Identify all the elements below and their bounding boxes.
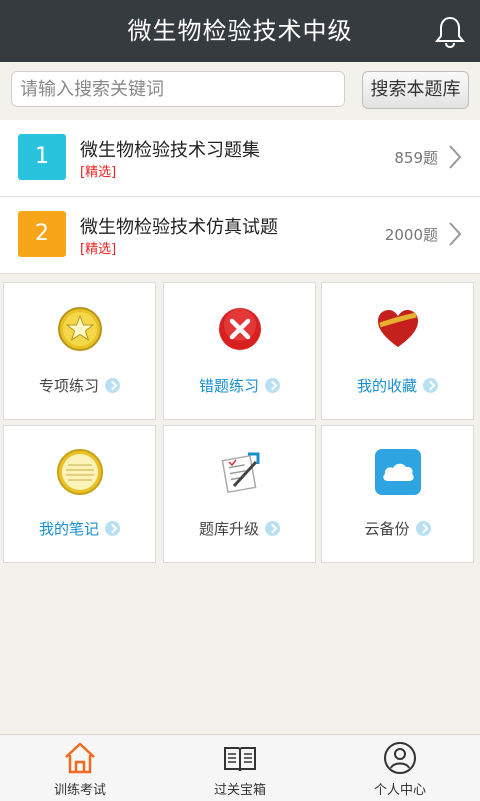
tile-label-text: 我的笔记 — [38, 520, 99, 538]
tile-label-text: 题库升级 — [198, 520, 259, 538]
notepad-icon — [56, 449, 103, 495]
set-number-badge: 2 — [18, 211, 66, 257]
tile-cloud-backup[interactable]: 云备份 — [321, 425, 474, 563]
chevron-right-icon — [449, 222, 462, 246]
nav-tab-profile[interactable]: 个人中心 — [320, 735, 480, 801]
tile-wrong-practice[interactable]: 错题练习 — [163, 282, 316, 420]
nav-tab-label: 个人中心 — [373, 783, 426, 798]
search-button[interactable]: 搜索本题库 — [362, 71, 469, 109]
tile-notes[interactable]: 我的笔记 — [3, 425, 156, 563]
set-tag: [精选] — [80, 165, 117, 180]
question-set-item-2[interactable]: 2 微生物检验技术仿真试题 [精选] 2000题 — [0, 197, 480, 274]
set-count: 2000题 — [384, 226, 438, 244]
chevron-circle-icon — [105, 378, 120, 393]
question-set-item-1[interactable]: 1 微生物检验技术习题集 [精选] 859题 — [0, 120, 480, 197]
chevron-circle-icon — [265, 521, 280, 536]
set-name: 微生物检验技术仿真试题 — [80, 217, 278, 238]
tile-label: 我的收藏 — [322, 375, 473, 396]
chevron-right-icon — [449, 145, 462, 169]
chevron-circle-icon — [105, 521, 120, 536]
nav-tab-label: 训练考试 — [53, 783, 106, 798]
user-icon — [384, 742, 416, 774]
tile-label-text: 我的收藏 — [356, 377, 417, 395]
red-x-icon — [218, 308, 261, 350]
bell-icon[interactable] — [434, 15, 466, 49]
set-tag: [精选] — [80, 242, 117, 257]
title-bar: 微生物检验技术中级 — [0, 0, 480, 62]
book-icon — [224, 747, 256, 772]
nav-tab-training[interactable]: 训练考试 — [0, 735, 160, 801]
tile-label-text: 专项练习 — [38, 377, 99, 395]
heart-icon — [377, 310, 418, 347]
tile-special-practice[interactable]: 专项练习 — [3, 282, 156, 420]
bottom-nav: 训练考试 过关宝箱 个人中心 — [0, 734, 480, 801]
tile-label: 专项练习 — [4, 375, 155, 396]
document-edit-icon — [221, 452, 259, 494]
set-count: 859题 — [394, 149, 438, 167]
home-icon — [65, 742, 95, 774]
tile-label: 错题练习 — [164, 375, 315, 396]
search-input[interactable] — [11, 71, 345, 107]
cloud-icon — [374, 449, 421, 495]
tile-label: 题库升级 — [164, 518, 315, 539]
set-number-badge: 1 — [18, 134, 66, 180]
nav-tab-label: 过关宝箱 — [213, 783, 266, 798]
tile-favorites[interactable]: 我的收藏 — [321, 282, 474, 420]
chevron-circle-icon — [415, 521, 431, 536]
page-title: 微生物检验技术中级 — [127, 17, 353, 45]
chevron-circle-icon — [423, 378, 438, 393]
set-name: 微生物检验技术习题集 — [80, 140, 260, 161]
tile-label: 云备份 — [322, 518, 473, 539]
tile-label: 我的笔记 — [4, 518, 155, 539]
search-bar: 搜索本题库 — [0, 62, 480, 120]
tile-label-text: 错题练习 — [198, 377, 259, 395]
question-set-list: 1 微生物检验技术习题集 [精选] 859题 2 微生物检验技术仿真试题 [精选… — [0, 120, 480, 274]
chevron-circle-icon — [265, 378, 280, 393]
tile-upgrade[interactable]: 题库升级 — [163, 425, 316, 563]
tile-label-text: 云备份 — [364, 520, 410, 538]
star-medal-icon — [57, 307, 102, 351]
nav-tab-treasure[interactable]: 过关宝箱 — [160, 735, 320, 801]
